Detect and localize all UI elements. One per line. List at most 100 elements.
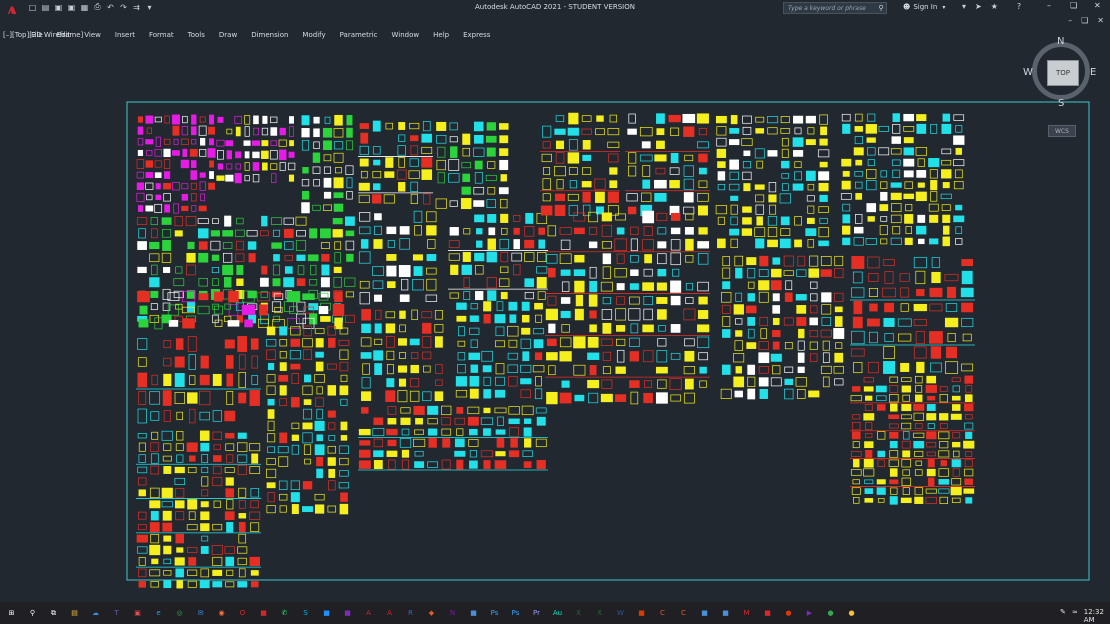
edge-icon[interactable]: e (151, 606, 166, 620)
pen-icon[interactable]: ✎ (1060, 608, 1066, 624)
menu-help[interactable]: Help (433, 31, 449, 39)
menu-tools[interactable]: Tools (188, 31, 205, 39)
cart-icon[interactable]: ▾ (962, 2, 966, 11)
app-icon[interactable]: ■ (718, 606, 733, 620)
compass-west[interactable]: W (1023, 67, 1033, 78)
window-minimize-button[interactable]: – (1047, 1, 1051, 10)
cad-block (435, 379, 443, 386)
autocad-icon[interactable]: A (361, 606, 376, 620)
teams-icon[interactable]: T (109, 606, 124, 620)
cad-block (582, 154, 592, 161)
app-icon[interactable]: ■ (466, 606, 481, 620)
skype-icon[interactable]: S (298, 606, 313, 620)
cad-block (644, 380, 653, 389)
media-player-icon[interactable]: ▶ (802, 606, 817, 620)
menu-dimension[interactable]: Dimension (251, 31, 288, 39)
cad-block (164, 171, 171, 179)
excel-icon[interactable]: X (571, 606, 586, 620)
doc-restore-icon[interactable]: ❏ (1081, 16, 1088, 25)
mail-icon[interactable]: ✉ (193, 606, 208, 620)
app-icon[interactable]: ■ (634, 606, 649, 620)
excel-icon[interactable]: X (592, 606, 607, 620)
wcs-menu[interactable]: WCS (1048, 125, 1076, 137)
file-explorer-icon[interactable]: ▤ (67, 606, 82, 620)
menu-modify[interactable]: Modify (302, 31, 325, 39)
compass-south[interactable]: S (1058, 98, 1064, 109)
app-icon[interactable]: ● (823, 606, 838, 620)
word-icon[interactable]: W (613, 606, 628, 620)
audition-icon[interactable]: Au (550, 606, 565, 620)
cad-block (437, 172, 445, 184)
cad-block (715, 205, 727, 215)
cad-block (916, 123, 927, 134)
menu-window[interactable]: Window (392, 31, 420, 39)
cad-block (772, 330, 781, 338)
app-icon[interactable]: ● (781, 606, 796, 620)
cad-block (747, 317, 756, 326)
window-restore-button[interactable]: ❏ (1070, 1, 1077, 10)
drawing-area[interactable] (0, 40, 1110, 602)
cad-block (481, 350, 493, 362)
viewcube[interactable]: TOP N S E W (1023, 36, 1098, 109)
doc-minimize-icon[interactable]: – (1068, 16, 1072, 25)
cad-block (339, 470, 349, 477)
cad-block (474, 160, 483, 170)
compass-east[interactable]: E (1090, 67, 1096, 78)
onenote-icon[interactable]: N (445, 606, 460, 620)
menu-draw[interactable]: Draw (219, 31, 237, 39)
cad-block (524, 239, 535, 249)
menu-format[interactable]: Format (149, 31, 174, 39)
sketchup-icon[interactable]: ◆ (424, 606, 439, 620)
search-input[interactable]: Type a keyword or phrase ⚲ (783, 2, 887, 14)
app-icon[interactable]: ■ (697, 606, 712, 620)
revit-icon[interactable]: R (403, 606, 418, 620)
network-icon[interactable]: ≈ (1072, 608, 1078, 624)
app-icon[interactable]: ■ (319, 606, 334, 620)
cad-block (755, 204, 764, 215)
app-icon[interactable]: C (676, 606, 691, 620)
app-icon[interactable]: M (739, 606, 754, 620)
cad-block (150, 465, 160, 475)
onedrive-icon[interactable]: ☁ (88, 606, 103, 620)
whatsapp-icon[interactable]: ✆ (277, 606, 292, 620)
cad-app-icon[interactable]: ■ (256, 606, 271, 620)
photoshop-icon[interactable]: Ps (487, 606, 502, 620)
opera-icon[interactable]: O (235, 606, 250, 620)
windows-start-icon[interactable]: ⊞ (4, 606, 19, 620)
menu-parametric[interactable]: Parametric (340, 31, 378, 39)
star-icon[interactable]: ★ (991, 2, 998, 11)
app-icon[interactable]: ■ (760, 606, 775, 620)
cad-block (226, 391, 234, 405)
menu-view[interactable]: View (84, 31, 101, 39)
exchange-icon[interactable]: ➤ (975, 2, 982, 11)
viewcube-top-face[interactable]: TOP (1047, 60, 1079, 86)
menu-insert[interactable]: Insert (115, 31, 135, 39)
photoshop-icon[interactable]: Ps (508, 606, 523, 620)
app-icon[interactable]: ▣ (130, 606, 145, 620)
premiere-icon[interactable]: Pr (529, 606, 544, 620)
app-icon[interactable]: C (655, 606, 670, 620)
clock[interactable]: 12:32 AM (1084, 608, 1110, 624)
search-icon[interactable]: ⚲ (876, 4, 886, 12)
sign-in-button[interactable]: ☻ Sign In ▾ (903, 2, 945, 12)
menu-bar: File Edit View Insert Format Tools Draw Dimensi… (0, 14, 1110, 39)
app-icon[interactable]: ● (844, 606, 859, 620)
autocad-lt-icon[interactable]: A (382, 606, 397, 620)
search-icon[interactable]: ⚲ (25, 606, 40, 620)
cad-block (913, 346, 927, 359)
cad-block (855, 181, 863, 189)
cad-block (314, 328, 325, 334)
menu-express[interactable]: Express (463, 31, 490, 39)
cad-block (546, 254, 558, 264)
cad-block (137, 266, 147, 274)
chrome-icon[interactable]: ◎ (172, 606, 187, 620)
task-view-icon[interactable]: ⧉ (46, 606, 61, 620)
doc-close-icon[interactable]: ✕ (1097, 16, 1104, 25)
window-close-button[interactable]: ✕ (1094, 1, 1101, 10)
compass-north[interactable]: N (1057, 36, 1064, 47)
app-icon[interactable]: ■ (340, 606, 355, 620)
cad-block (905, 226, 912, 234)
help-icon[interactable]: ? (1017, 2, 1021, 11)
firefox-icon[interactable]: ◉ (214, 606, 229, 620)
viewport-controls-label[interactable]: [–][Top][2D Wireframe] (3, 31, 83, 39)
